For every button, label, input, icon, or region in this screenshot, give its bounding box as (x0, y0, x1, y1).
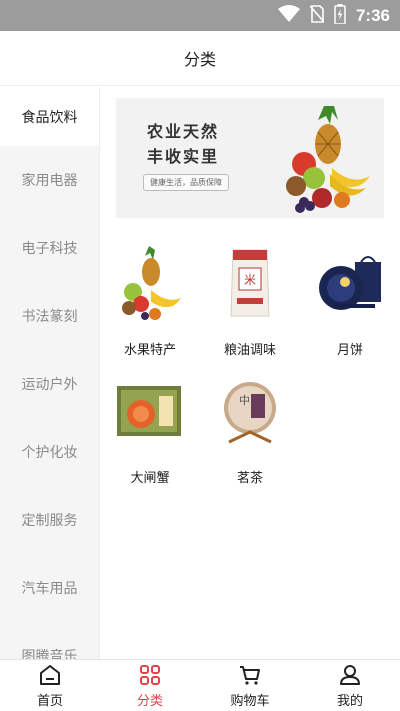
sidebar-item-calligraphy[interactable]: 书法篆刻 (0, 282, 99, 350)
subcategory-fruit[interactable]: 水果特产 (101, 242, 199, 362)
sidebar-item-label: 汽车用品 (21, 581, 78, 597)
mooncake-box-image (319, 256, 381, 310)
battery-charging-icon (334, 3, 346, 28)
cart-icon (240, 665, 260, 685)
subcategory-label: 水果特产 (123, 343, 176, 358)
nav-category-label: 分类 (136, 693, 163, 709)
nav-home-label: 首页 (36, 693, 63, 709)
sidebar-item-electronics[interactable]: 电子科技 (0, 214, 99, 282)
wifi-icon (277, 4, 300, 27)
sidebar-item-home-appliances[interactable]: 家用电器 (0, 146, 99, 214)
sidebar-item-label: 个护化妆 (21, 445, 78, 461)
bottom-nav: 首页 分类 购物车 我的 (0, 659, 400, 711)
banner-title-line2: 丰收实里 (147, 147, 220, 166)
subcategory-mooncake[interactable]: 月饼 (301, 242, 399, 362)
tea-cake-image: 中 (224, 382, 276, 444)
page-header: 分类 (0, 31, 400, 86)
sidebar-item-label: 电子科技 (21, 241, 78, 257)
page-title: 分类 (183, 50, 216, 69)
subcategory-hairy-crab[interactable]: 大闸蟹 (101, 370, 199, 490)
nav-mine[interactable]: 我的 (300, 660, 400, 711)
sidebar-item-car-accessories[interactable]: 汽车用品 (0, 554, 99, 622)
sidebar-item-music[interactable]: 图腾音乐 (0, 622, 99, 659)
sidebar-item-label: 食品饮料 (21, 109, 78, 126)
subcategory-tea[interactable]: 中 茗茶 (201, 370, 299, 490)
category-sidebar[interactable]: 食品饮料 家用电器 电子科技 书法篆刻 运动户外 个护化妆 定制服务 汽车用品 … (0, 87, 100, 659)
sidebar-item-label: 图腾音乐 (21, 649, 78, 659)
svg-text:米: 米 (244, 273, 256, 287)
nav-cart-label: 购物车 (230, 693, 270, 709)
nav-home[interactable]: 首页 (0, 660, 100, 711)
sidebar-item-label: 家用电器 (21, 173, 78, 189)
no-sim-icon (309, 4, 325, 27)
home-icon (40, 664, 60, 685)
user-icon (340, 664, 360, 685)
sidebar-item-label: 运动户外 (21, 377, 78, 393)
banner-tag: 健康生活，品质保障 (143, 174, 229, 191)
fruit-basket-image (122, 246, 181, 320)
subcategory-label: 粮油调味 (223, 343, 276, 358)
subcategory-label: 月饼 (336, 343, 363, 358)
status-time: 7:36 (355, 5, 390, 25)
sidebar-item-food-drinks[interactable]: 食品饮料 (0, 87, 99, 146)
subcategory-grain-oil[interactable]: 米 粮油调味 (201, 242, 299, 362)
subcategory-label: 大闸蟹 (130, 471, 170, 486)
nav-category[interactable]: 分类 (100, 660, 200, 711)
crab-box-image (117, 386, 181, 436)
sidebar-item-label: 定制服务 (21, 513, 78, 529)
category-content: 农业天然 丰收实里 健康生活，品质保障 水果特产 米 粮油调味 月饼 大闸蟹 中… (101, 87, 400, 659)
sidebar-item-custom-services[interactable]: 定制服务 (0, 486, 99, 554)
rice-bag-image: 米 (230, 249, 270, 317)
promo-banner[interactable]: 农业天然 丰收实里 健康生活，品质保障 (116, 98, 384, 218)
sidebar-item-sports-outdoor[interactable]: 运动户外 (0, 350, 99, 418)
sidebar-item-label: 书法篆刻 (21, 309, 78, 325)
subcategory-label: 茗茶 (236, 471, 263, 486)
nav-cart[interactable]: 购物车 (200, 660, 300, 711)
category-grid-icon (140, 664, 160, 685)
svg-text:中: 中 (239, 394, 250, 407)
sidebar-item-personal-care[interactable]: 个护化妆 (0, 418, 99, 486)
nav-mine-label: 我的 (336, 693, 363, 709)
banner-title-line1: 农业天然 (147, 122, 220, 141)
status-bar: 7:36 (0, 0, 400, 31)
fruit-basket-image (286, 106, 370, 213)
